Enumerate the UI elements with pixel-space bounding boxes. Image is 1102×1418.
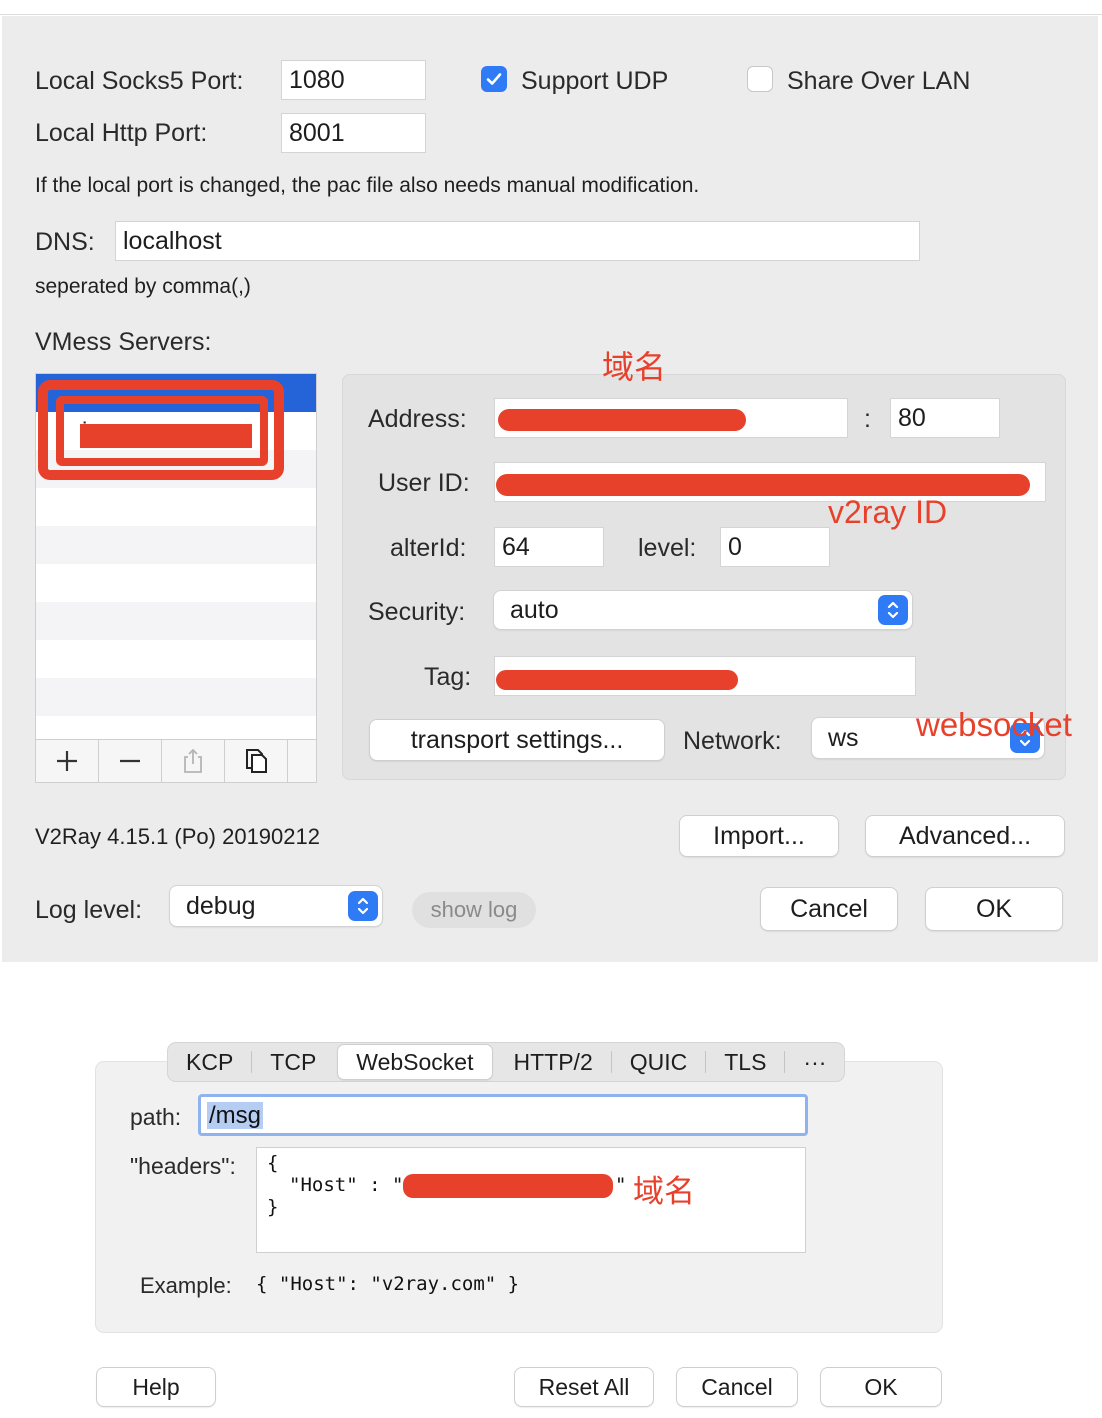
annotation-v2ray-id: v2ray ID bbox=[828, 494, 948, 530]
reset-all-button[interactable]: Reset All bbox=[515, 1368, 653, 1406]
list-row bbox=[36, 678, 316, 716]
server-port-input[interactable]: 80 bbox=[890, 398, 1000, 438]
headers-label: "headers": bbox=[130, 1153, 236, 1179]
annotation-websocket: websocket bbox=[916, 706, 1072, 743]
port-change-note: If the local port is changed, the pac fi… bbox=[35, 174, 700, 197]
duplicate-icon bbox=[246, 749, 267, 773]
support-udp-checkbox[interactable] bbox=[481, 66, 507, 92]
share-server-button[interactable] bbox=[162, 740, 225, 782]
tab-http2[interactable]: HTTP/2 bbox=[496, 1045, 611, 1079]
path-value: /msg bbox=[207, 1102, 264, 1129]
path-label: path: bbox=[130, 1104, 182, 1130]
example-value: { "Host": "v2ray.com" } bbox=[256, 1273, 520, 1295]
tab-websocket[interactable]: WebSocket bbox=[338, 1045, 492, 1079]
server-list-toolbar bbox=[36, 740, 316, 782]
port-separator: : bbox=[864, 405, 871, 433]
tag-label: Tag: bbox=[424, 663, 472, 691]
remove-icon bbox=[120, 759, 140, 763]
log-level-select[interactable]: debug bbox=[170, 886, 382, 926]
tag-redaction bbox=[496, 670, 738, 690]
chevron-updown-icon bbox=[878, 595, 908, 625]
share-over-lan-checkbox[interactable] bbox=[747, 66, 773, 92]
path-input[interactable]: /msg bbox=[198, 1094, 808, 1136]
support-udp-label: Support UDP bbox=[521, 67, 669, 95]
tab-tls[interactable]: TLS bbox=[706, 1045, 784, 1079]
version-label: V2Ray 4.15.1 (Po) 20190212 bbox=[35, 824, 320, 849]
advanced-button[interactable]: Advanced... bbox=[866, 816, 1064, 856]
alterid-label: alterId: bbox=[390, 534, 467, 562]
user-id-redaction bbox=[496, 474, 1030, 496]
headers-textarea[interactable]: { "Host" : " " 域名 } bbox=[257, 1148, 805, 1252]
alterid-input[interactable]: 64 bbox=[494, 527, 604, 567]
add-server-button[interactable] bbox=[36, 740, 99, 782]
show-log-button[interactable]: show log bbox=[412, 892, 536, 928]
tab-quic[interactable]: QUIC bbox=[612, 1045, 706, 1079]
socks-port-label: Local Socks5 Port: bbox=[35, 67, 244, 95]
headers-host-key: "Host" : " bbox=[289, 1174, 404, 1196]
ok-button[interactable]: OK bbox=[926, 888, 1062, 930]
network-value: ws bbox=[828, 723, 859, 752]
address-redaction bbox=[498, 409, 746, 431]
annotation-domain: 域名 bbox=[602, 349, 667, 385]
checkmark-icon bbox=[486, 73, 502, 85]
dns-label: DNS: bbox=[35, 228, 95, 256]
import-button[interactable]: Import... bbox=[680, 816, 838, 856]
security-value: auto bbox=[510, 595, 559, 624]
example-label: Example: bbox=[140, 1273, 232, 1298]
transport-settings-button[interactable]: transport settings... bbox=[370, 720, 664, 760]
level-input[interactable]: 0 bbox=[720, 527, 830, 567]
log-level-value: debug bbox=[186, 891, 256, 920]
transport-tabs: KCP TCP WebSocket HTTP/2 QUIC TLS ··· bbox=[168, 1043, 845, 1081]
annotation-host-domain: 域名 bbox=[633, 1174, 695, 1209]
chevron-updown-icon bbox=[348, 891, 378, 921]
transport-ok-button[interactable]: OK bbox=[821, 1368, 941, 1406]
tab-kcp[interactable]: KCP bbox=[168, 1045, 251, 1079]
cancel-button[interactable]: Cancel bbox=[761, 888, 897, 930]
dns-input[interactable]: localhost bbox=[115, 221, 920, 261]
list-row bbox=[36, 526, 316, 564]
http-port-label: Local Http Port: bbox=[35, 119, 208, 147]
socks-port-input[interactable]: 1080 bbox=[281, 60, 426, 100]
headers-host-end: " bbox=[615, 1174, 627, 1196]
transport-cancel-button[interactable]: Cancel bbox=[677, 1368, 797, 1406]
host-redaction bbox=[403, 1174, 613, 1198]
server-redaction-bar bbox=[80, 424, 252, 448]
list-row bbox=[36, 564, 316, 602]
security-label: Security: bbox=[368, 598, 466, 626]
share-icon bbox=[184, 748, 202, 773]
add-icon bbox=[57, 751, 77, 771]
http-port-input[interactable]: 8001 bbox=[281, 113, 426, 153]
help-button[interactable]: Help bbox=[97, 1368, 215, 1406]
vmess-servers-label: VMess Servers: bbox=[35, 328, 212, 356]
remove-server-button[interactable] bbox=[99, 740, 162, 782]
duplicate-server-button[interactable] bbox=[225, 740, 288, 782]
level-label: level: bbox=[638, 534, 697, 562]
tab-more[interactable]: ··· bbox=[785, 1045, 844, 1079]
list-row bbox=[36, 602, 316, 640]
headers-open-brace: { bbox=[267, 1152, 279, 1174]
address-label: Address: bbox=[368, 405, 467, 433]
list-row bbox=[36, 640, 316, 678]
headers-close-brace: } bbox=[267, 1196, 279, 1218]
security-select[interactable]: auto bbox=[494, 591, 912, 629]
dns-note: seperated by comma(,) bbox=[35, 275, 251, 298]
network-label: Network: bbox=[683, 727, 782, 755]
log-level-label: Log level: bbox=[35, 896, 143, 924]
list-row bbox=[36, 488, 316, 526]
user-id-label: User ID: bbox=[378, 469, 470, 497]
share-over-lan-label: Share Over LAN bbox=[787, 67, 971, 95]
tab-tcp[interactable]: TCP bbox=[252, 1045, 334, 1079]
top-divider bbox=[0, 14, 1102, 15]
